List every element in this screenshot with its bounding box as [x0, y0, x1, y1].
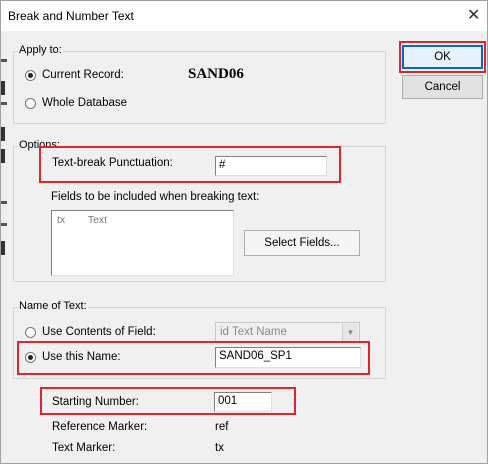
dialog-title: Break and Number Text: [8, 9, 134, 23]
use-name-highlight: [17, 341, 370, 375]
reference-marker-label: Reference Marker:: [52, 421, 148, 433]
whole-database-label: Whole Database: [42, 97, 128, 109]
apply-to-group-label: Apply to:: [18, 44, 63, 57]
background-artifact: [1, 241, 5, 255]
contents-field-value: id Text Name: [220, 326, 287, 338]
field-marker: tx: [57, 214, 66, 226]
name-of-text-group-label: Name of Text:: [18, 300, 88, 313]
title-bar[interactable]: Break and Number Text ✕: [1, 1, 487, 31]
current-record-label: Current Record:: [42, 69, 124, 81]
chevron-down-icon[interactable]: ▼: [342, 324, 358, 342]
background-artifact: [1, 59, 7, 62]
starting-number-highlight: [40, 387, 296, 415]
fields-label: Fields to be included when breaking text…: [51, 191, 260, 203]
close-icon[interactable]: ✕: [467, 5, 480, 25]
background-artifact: [1, 149, 5, 163]
use-contents-label: Use Contents of Field:: [42, 326, 156, 338]
background-artifact: [1, 127, 5, 141]
ok-highlight: [399, 41, 486, 73]
apply-to-group: [13, 51, 386, 124]
reference-marker-value: ref: [215, 421, 229, 433]
text-marker-label: Text Marker:: [52, 442, 116, 454]
use-contents-radio[interactable]: [25, 327, 36, 338]
whole-database-radio[interactable]: [25, 98, 36, 109]
contents-field-combo[interactable]: id Text Name ▼: [215, 322, 360, 343]
text-marker-value: tx: [215, 442, 224, 454]
background-artifact: [1, 201, 7, 204]
punctuation-highlight: [39, 146, 341, 183]
cancel-button[interactable]: Cancel: [402, 75, 483, 99]
background-artifact: [1, 81, 5, 95]
fields-listbox[interactable]: tx Text: [51, 210, 234, 276]
current-record-radio[interactable]: [25, 70, 36, 81]
list-item[interactable]: tx Text: [57, 214, 107, 226]
break-and-number-text-dialog: Break and Number Text ✕ Apply to: Curren…: [0, 0, 488, 464]
select-fields-button[interactable]: Select Fields...: [244, 230, 360, 256]
current-record-value: SAND06: [188, 66, 244, 82]
background-artifact: [1, 223, 7, 226]
field-name: Text: [87, 214, 108, 226]
background-artifact: [1, 102, 7, 105]
